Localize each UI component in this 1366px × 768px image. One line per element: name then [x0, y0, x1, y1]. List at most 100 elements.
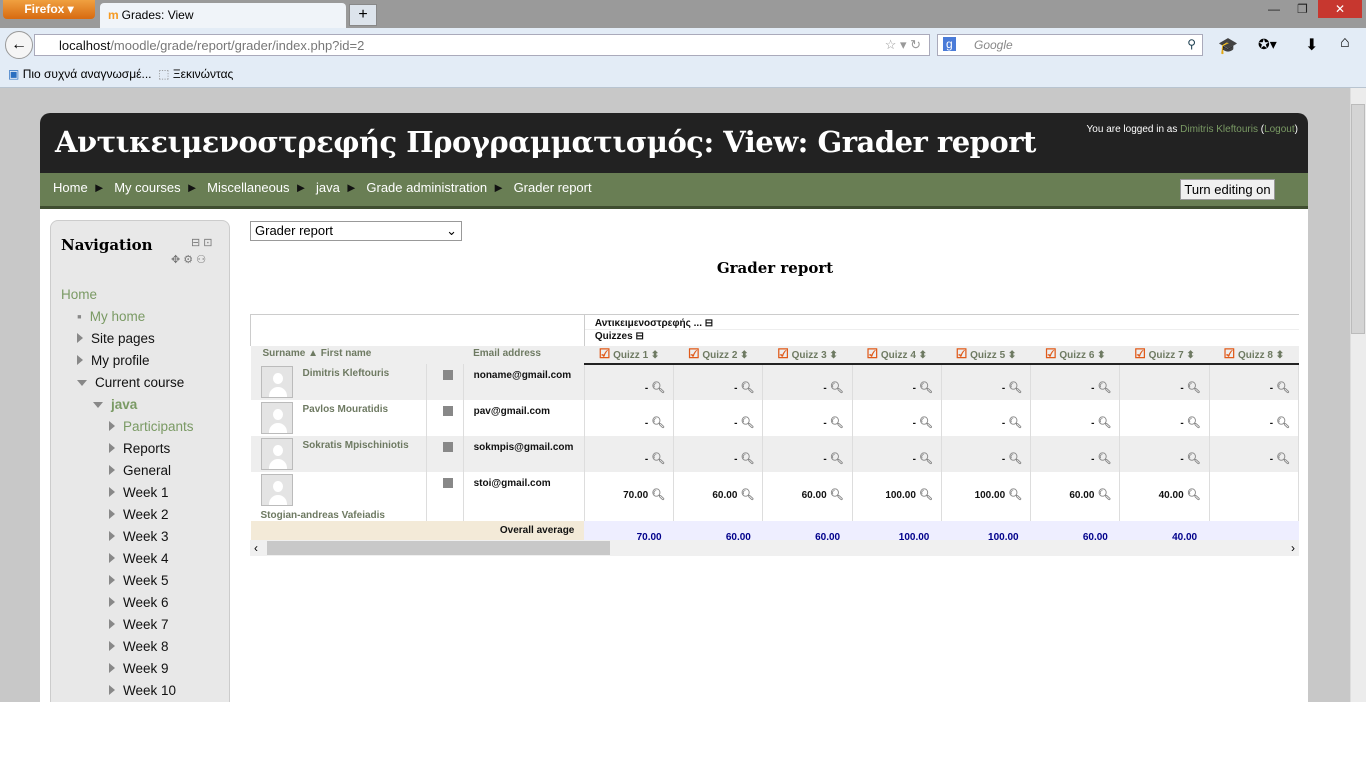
nav-item[interactable]: Week 1 — [109, 485, 169, 500]
crumb-miscellaneous[interactable]: Miscellaneous — [207, 180, 289, 195]
analysis-icon[interactable]: 🔍︎ — [1276, 417, 1290, 429]
grade-cell[interactable]: - 🔍︎ — [584, 399, 675, 436]
nav-item[interactable]: Home — [61, 287, 97, 302]
sort-icon[interactable]: ⬍ — [740, 350, 748, 361]
analysis-icon[interactable]: 🔍︎ — [1097, 489, 1111, 501]
minimize-icon[interactable]: — — [1268, 2, 1280, 16]
restore-icon[interactable]: ❐ — [1297, 2, 1308, 16]
sort-icon[interactable]: ⬍ — [1276, 350, 1284, 361]
nav-item[interactable]: Participants — [109, 419, 194, 434]
bookmark-most-visited[interactable]: Πιο συχνά αναγνωσμέ... — [23, 67, 152, 81]
analysis-icon[interactable]: 🔍︎ — [830, 382, 844, 394]
analysis-icon[interactable]: 🔍︎ — [830, 417, 844, 429]
report-select[interactable]: Grader report ⌄ — [250, 221, 462, 241]
student-name[interactable]: Dimitris Kleftouris — [303, 368, 390, 379]
quiz-header[interactable]: ☑ Quizz 6 ⬍ — [1030, 345, 1120, 365]
nav-item[interactable]: Week 10 — [109, 683, 176, 698]
grade-cell[interactable]: 60.00 🔍︎ — [1030, 471, 1121, 521]
browser-tab[interactable]: m Grades: View — [100, 3, 346, 28]
nav-item[interactable]: ▪ My home — [77, 309, 145, 324]
analysis-icon[interactable]: 🔍︎ — [651, 489, 665, 501]
crumb-home[interactable]: Home — [53, 180, 88, 195]
analysis-icon[interactable]: 🔍︎ — [919, 382, 933, 394]
quiz-header[interactable]: ☑ Quizz 7 ⬍ — [1119, 345, 1210, 365]
analysis-icon[interactable]: 🔍︎ — [1276, 382, 1290, 394]
nav-item[interactable]: Week 6 — [109, 595, 169, 610]
nav-item[interactable]: Week 3 — [109, 529, 169, 544]
student-name[interactable]: Pavlos Mouratidis — [303, 404, 389, 415]
firefox-menu-button[interactable]: Firefox ▾ — [3, 0, 95, 19]
horizontal-scroll-thumb[interactable] — [267, 541, 610, 555]
new-tab-button[interactable]: + — [349, 4, 377, 26]
bookmark-getting-started[interactable]: Ξεκινώντας — [173, 67, 233, 81]
nav-item[interactable]: Week 4 — [109, 551, 169, 566]
analysis-icon[interactable]: 🔍︎ — [1097, 417, 1111, 429]
analysis-icon[interactable]: 🔍︎ — [830, 489, 844, 501]
url-bar[interactable]: localhost/moodle/grade/report/grader/ind… — [34, 34, 930, 56]
sort-icon[interactable]: ⬍ — [1097, 350, 1105, 361]
grade-cell[interactable]: 100.00 🔍︎ — [941, 471, 1032, 521]
sort-firstname[interactable]: First name — [321, 348, 372, 359]
analysis-icon[interactable]: 🔍︎ — [919, 453, 933, 465]
grade-cell[interactable]: - 🔍︎ — [673, 435, 764, 472]
avatar[interactable] — [260, 437, 293, 470]
student-name[interactable]: Sokratis Mpischiniotis — [303, 440, 409, 451]
sort-icon[interactable]: ⬍ — [1186, 350, 1194, 361]
avatar[interactable] — [260, 401, 293, 434]
quiz-header[interactable]: ☑ Quizz 2 ⬍ — [673, 345, 763, 365]
analysis-icon[interactable]: 🔍︎ — [651, 453, 665, 465]
nav-item[interactable]: Site pages — [77, 331, 155, 346]
grade-cell[interactable]: - 🔍︎ — [673, 399, 764, 436]
quiz-header[interactable]: ☑ Quizz 5 ⬍ — [941, 345, 1031, 365]
nav-item[interactable]: Reports — [109, 441, 170, 456]
user-link[interactable]: Dimitris Kleftouris — [1180, 124, 1258, 135]
block-dock-icons[interactable]: ⊟ ⊡ — [191, 236, 213, 249]
collapse-icon[interactable]: ⊟ — [705, 318, 713, 329]
analysis-icon[interactable]: 🔍︎ — [1187, 489, 1201, 501]
analysis-icon[interactable]: 🔍︎ — [1008, 453, 1022, 465]
grade-cell[interactable]: - 🔍︎ — [1209, 363, 1299, 400]
analysis-icon[interactable]: 🔍︎ — [740, 489, 754, 501]
analysis-icon[interactable]: 🔍︎ — [1097, 382, 1111, 394]
nav-item[interactable]: General — [109, 463, 171, 478]
nav-item[interactable]: My profile — [77, 353, 150, 368]
grade-cell[interactable]: - 🔍︎ — [941, 399, 1032, 436]
analysis-icon[interactable]: 🔍︎ — [1008, 417, 1022, 429]
grade-cell[interactable] — [1209, 471, 1299, 521]
close-window-button[interactable]: ✕ — [1318, 0, 1362, 18]
download-icon[interactable]: ⬇ — [1305, 35, 1318, 55]
sort-surname[interactable]: Surname — [263, 348, 306, 359]
user-report-icon[interactable] — [443, 405, 454, 416]
quiz-header[interactable]: ☑ Quizz 4 ⬍ — [852, 345, 942, 365]
grade-cell[interactable]: 100.00 🔍︎ — [852, 471, 942, 521]
collapse-icon[interactable]: ⊟ — [635, 331, 643, 342]
grade-cell[interactable]: - 🔍︎ — [941, 363, 1032, 400]
analysis-icon[interactable]: 🔍︎ — [919, 417, 933, 429]
analysis-icon[interactable]: 🔍︎ — [919, 489, 933, 501]
grade-cell[interactable]: - 🔍︎ — [852, 399, 942, 436]
grade-cell[interactable]: - 🔍︎ — [1030, 399, 1121, 436]
grade-cell[interactable]: - 🔍︎ — [762, 399, 853, 436]
analysis-icon[interactable]: 🔍︎ — [740, 382, 754, 394]
grade-cell[interactable]: - 🔍︎ — [941, 435, 1032, 472]
grade-cell[interactable]: - 🔍︎ — [584, 435, 675, 472]
grade-cell[interactable]: - 🔍︎ — [584, 363, 675, 400]
grade-cell[interactable]: 60.00 🔍︎ — [762, 471, 853, 521]
grade-cell[interactable]: - 🔍︎ — [1119, 435, 1210, 472]
quiz-header[interactable]: ☑ Quizz 3 ⬍ — [762, 345, 853, 365]
grade-cell[interactable]: - 🔍︎ — [852, 363, 942, 400]
grade-cell[interactable]: 40.00 🔍︎ — [1119, 471, 1210, 521]
sort-icon[interactable]: ⬍ — [651, 350, 659, 361]
user-report-icon[interactable] — [443, 441, 454, 452]
analysis-icon[interactable]: 🔍︎ — [1097, 453, 1111, 465]
vertical-scroll-thumb[interactable] — [1351, 104, 1365, 334]
user-report-icon[interactable] — [443, 369, 454, 380]
grade-cell[interactable]: 70.00 🔍︎ — [584, 471, 675, 521]
grade-cell[interactable]: - 🔍︎ — [1209, 399, 1299, 436]
nav-item[interactable]: java — [93, 397, 137, 412]
crumb-grade-admin[interactable]: Grade administration — [366, 180, 487, 195]
grade-cell[interactable]: 60.00 🔍︎ — [673, 471, 764, 521]
analysis-icon[interactable]: 🔍︎ — [651, 417, 665, 429]
logout-link[interactable]: Logout — [1264, 124, 1295, 135]
grade-cell[interactable]: - 🔍︎ — [1030, 363, 1121, 400]
